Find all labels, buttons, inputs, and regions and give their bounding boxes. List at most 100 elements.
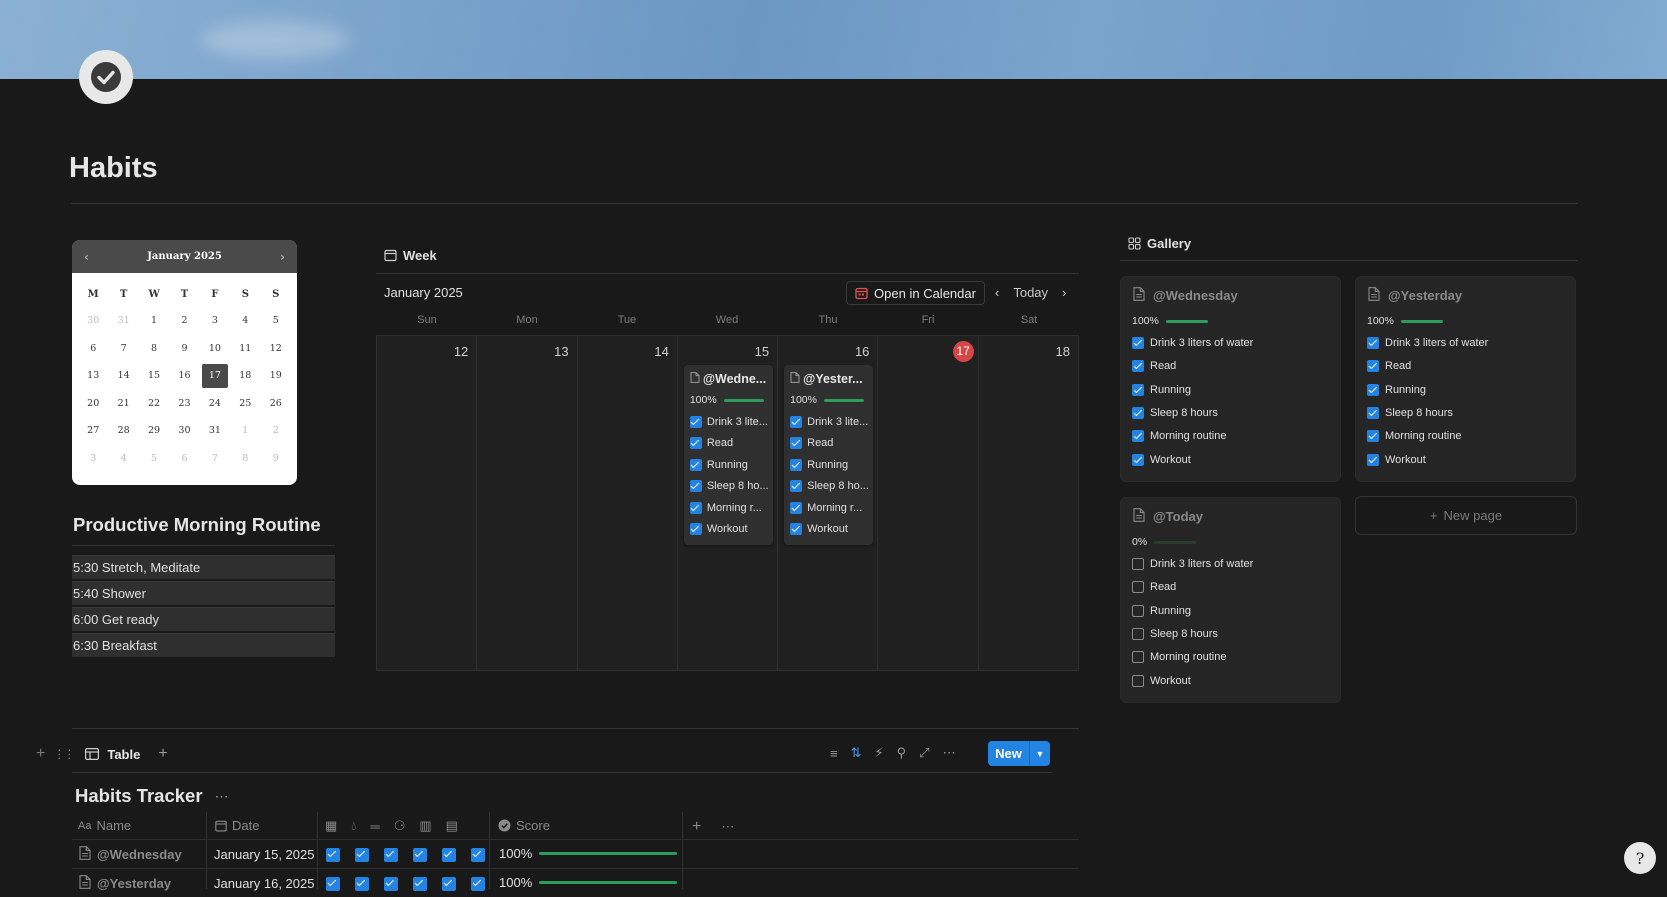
checkbox-empty-icon[interactable] bbox=[1132, 558, 1144, 570]
calendar-day[interactable]: 2 bbox=[169, 307, 199, 335]
column-name[interactable]: Aa Name bbox=[78, 818, 131, 833]
open-in-calendar-button[interactable]: Open in Calendar bbox=[846, 281, 985, 305]
calendar-day[interactable]: 30 bbox=[78, 307, 108, 335]
calendar-day[interactable]: 14 bbox=[108, 362, 138, 390]
checkbox-empty-icon[interactable] bbox=[1132, 627, 1144, 640]
new-button[interactable]: New ▼ bbox=[988, 741, 1050, 766]
gallery-card[interactable]: @Yesterday 100% Drink 3 liters of water Rea… bbox=[1355, 276, 1576, 482]
checkbox-checked-icon[interactable] bbox=[1367, 337, 1379, 349]
checkbox-checked-icon[interactable] bbox=[1132, 453, 1144, 466]
calendar-day[interactable]: 17 bbox=[200, 362, 230, 390]
calendar-day[interactable]: 16 bbox=[169, 362, 199, 390]
checkbox-empty-icon[interactable] bbox=[1132, 674, 1144, 687]
day-cell[interactable]: 13 bbox=[477, 336, 578, 670]
calendar-day[interactable]: 1 bbox=[230, 417, 260, 445]
checkbox-checked-icon[interactable] bbox=[790, 480, 803, 493]
new-page-button[interactable]: + New page bbox=[1355, 496, 1577, 535]
checkbox-checked-icon[interactable] bbox=[689, 437, 702, 450]
checkbox-checked-icon[interactable] bbox=[384, 848, 398, 862]
checkbox-checked-icon[interactable] bbox=[1132, 360, 1144, 373]
more-options-icon[interactable]: ⋯ bbox=[215, 788, 229, 805]
checkbox-checked-icon[interactable] bbox=[790, 458, 803, 471]
tab-gallery[interactable]: Gallery bbox=[1128, 236, 1191, 251]
event-card[interactable]: @Wedne... 100% Drink 3 lite... Read Running S… bbox=[683, 365, 773, 545]
page-checkmark-icon[interactable] bbox=[79, 50, 133, 104]
table-row[interactable]: @Wednesday January 15, 2025 100% bbox=[72, 839, 1079, 868]
row-name[interactable]: @Yesterday bbox=[79, 875, 171, 892]
calendar-day[interactable]: 12 bbox=[261, 335, 291, 363]
checkbox-checked-icon[interactable] bbox=[790, 501, 803, 514]
day-cell[interactable]: 12 bbox=[377, 336, 478, 670]
calendar-day[interactable]: 5 bbox=[261, 307, 291, 335]
checkbox-empty-icon[interactable] bbox=[1132, 651, 1144, 664]
sort-icon[interactable]: ⇅ bbox=[851, 745, 862, 761]
checkbox-checked-icon[interactable] bbox=[1132, 337, 1144, 349]
calendar-day[interactable]: 7 bbox=[108, 335, 138, 363]
calendar-day[interactable]: 13 bbox=[78, 362, 108, 390]
add-property-icon[interactable]: + bbox=[692, 818, 701, 836]
checkbox-checked-icon[interactable] bbox=[790, 415, 803, 428]
calendar-day[interactable]: 8 bbox=[139, 335, 169, 363]
calendar-day[interactable]: 20 bbox=[78, 390, 108, 418]
day-cell[interactable]: 17 bbox=[878, 336, 979, 670]
calendar-day[interactable]: 29 bbox=[139, 417, 169, 445]
add-block-icon[interactable]: + bbox=[36, 745, 45, 763]
calendar-day[interactable]: 3 bbox=[200, 307, 230, 335]
table-row[interactable]: @Yesterday January 16, 2025 100% bbox=[72, 868, 1079, 897]
gallery-card[interactable]: @Today 0% Drink 3 liters of water Read Runni… bbox=[1120, 497, 1341, 703]
drag-handle-icon[interactable]: ⋮⋮ bbox=[53, 747, 75, 761]
calendar-day[interactable]: 27 bbox=[78, 417, 108, 445]
calendar-day[interactable]: 19 bbox=[261, 362, 291, 390]
next-month-icon[interactable]: › bbox=[280, 250, 285, 264]
event-card[interactable]: @Yester... 100% Drink 3 lite... Read Running… bbox=[784, 365, 874, 545]
calendar-day[interactable]: 22 bbox=[139, 390, 169, 418]
checkbox-checked-icon[interactable] bbox=[413, 848, 427, 862]
add-view-icon[interactable]: + bbox=[158, 745, 167, 763]
water-drop-icon[interactable]: 💧︎ bbox=[351, 818, 356, 834]
checkbox-checked-icon[interactable] bbox=[471, 848, 485, 862]
calendar-day[interactable]: 15 bbox=[139, 362, 169, 390]
today-button[interactable]: Today bbox=[1013, 285, 1048, 300]
calendar-day[interactable]: 10 bbox=[200, 335, 230, 363]
running-icon[interactable]: ⚆ bbox=[394, 818, 406, 834]
column-score[interactable]: Score bbox=[498, 818, 550, 833]
habit-icon-1[interactable]: ▦ bbox=[325, 818, 337, 834]
book-icon[interactable]: ▥ bbox=[419, 818, 431, 834]
calendar-day[interactable]: 23 bbox=[169, 390, 199, 418]
row-date[interactable]: January 15, 2025 bbox=[214, 847, 314, 862]
prev-week-icon[interactable]: ‹ bbox=[995, 285, 999, 300]
calendar-day[interactable]: 8 bbox=[230, 445, 260, 473]
checkbox-checked-icon[interactable] bbox=[1367, 383, 1379, 396]
calendar-day[interactable]: 9 bbox=[261, 445, 291, 473]
calendar-day[interactable]: 3 bbox=[78, 445, 108, 473]
calendar-day[interactable]: 5 bbox=[139, 445, 169, 473]
filter-icon[interactable]: ≡ bbox=[830, 746, 838, 761]
day-cell[interactable]: 18 bbox=[979, 336, 1078, 670]
checkbox-checked-icon[interactable] bbox=[1367, 360, 1379, 373]
calendar-day[interactable]: 9 bbox=[169, 335, 199, 363]
calendar-day[interactable]: 18 bbox=[230, 362, 260, 390]
checkbox-checked-icon[interactable] bbox=[1367, 430, 1379, 443]
calendar-day[interactable]: 30 bbox=[169, 417, 199, 445]
day-cell[interactable]: 15 @Wedne... 100% Drink 3 lite... Read Runni… bbox=[678, 336, 779, 670]
checkbox-checked-icon[interactable] bbox=[790, 523, 803, 536]
calendar-day[interactable]: 4 bbox=[108, 445, 138, 473]
column-date[interactable]: Date bbox=[215, 818, 259, 833]
prev-month-icon[interactable]: ‹ bbox=[84, 250, 89, 264]
calendar-day[interactable]: 1 bbox=[139, 307, 169, 335]
checkbox-checked-icon[interactable] bbox=[689, 523, 702, 536]
checkbox-checked-icon[interactable] bbox=[689, 458, 702, 471]
checkbox-checked-icon[interactable] bbox=[326, 848, 340, 862]
next-week-icon[interactable]: › bbox=[1062, 285, 1066, 300]
checkbox-checked-icon[interactable] bbox=[1132, 383, 1144, 396]
table-title-text[interactable]: Habits Tracker bbox=[75, 785, 203, 807]
automation-icon[interactable]: ⚡︎ bbox=[875, 745, 884, 761]
calendar-day[interactable]: 31 bbox=[200, 417, 230, 445]
calendar-day[interactable]: 6 bbox=[169, 445, 199, 473]
tab-table[interactable]: Table bbox=[107, 747, 140, 762]
day-cell[interactable]: 16 @Yester... 100% Drink 3 lite... Read Runn… bbox=[778, 336, 879, 670]
checkbox-checked-icon[interactable] bbox=[442, 848, 456, 862]
calendar-day[interactable]: 24 bbox=[200, 390, 230, 418]
calendar-day[interactable]: 6 bbox=[78, 335, 108, 363]
column-more-icon[interactable]: ⋯ bbox=[721, 819, 734, 835]
